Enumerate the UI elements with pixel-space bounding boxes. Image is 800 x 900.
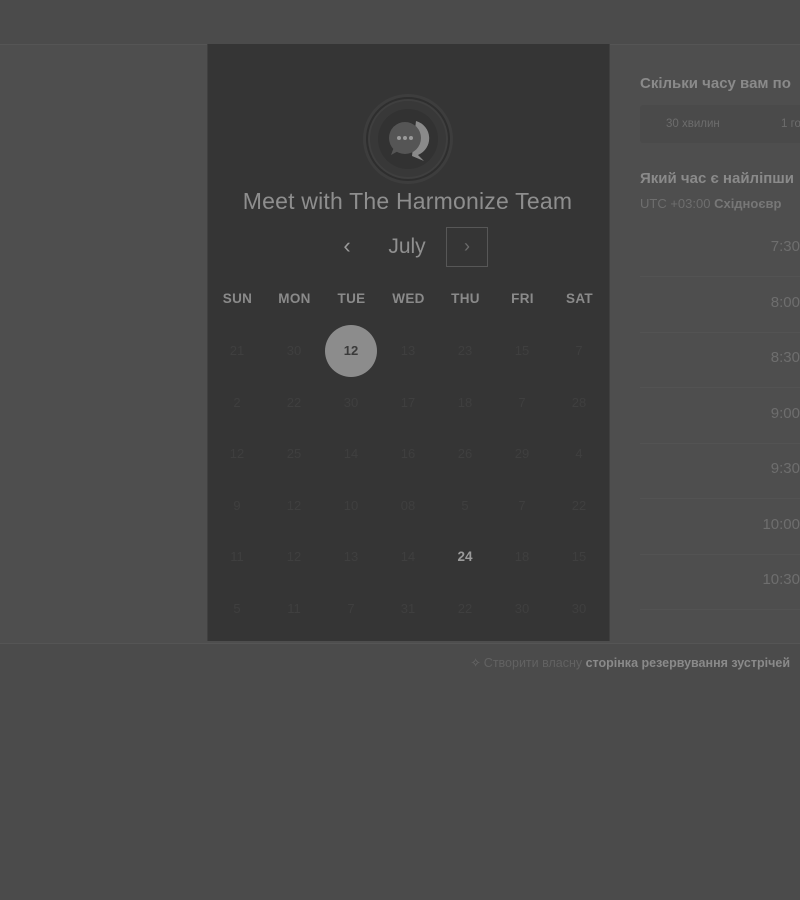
calendar-day: 7 [518, 497, 526, 513]
calendar-day: 22 [286, 394, 302, 410]
calendar-day: 12 [286, 549, 302, 565]
calendar-day: 21 [229, 343, 245, 358]
calendar-day: 18 [457, 394, 473, 410]
prev-month-button[interactable]: ‹ [332, 232, 362, 262]
weekday-label: TUE [337, 291, 366, 306]
timezone-name: Східноєвр [714, 196, 782, 211]
calendar-day: 14 [400, 549, 416, 565]
time-slot[interactable]: 9:30 [640, 446, 800, 499]
next-month-button[interactable]: › [446, 227, 488, 267]
time-slot-label: 9:30 [770, 460, 800, 477]
timezone-selector[interactable]: UTC +03:00 Східноєвр [640, 196, 781, 211]
time-slot-label: 7:30 [770, 238, 800, 255]
weekday-label: MON [278, 291, 311, 306]
time-slot[interactable]: 7:30 [640, 224, 800, 277]
calendar-day: 12 [229, 446, 245, 462]
selected-day[interactable]: 12 [325, 325, 377, 377]
calendar-day: 22 [571, 497, 587, 513]
month-navigation: ‹ July › [207, 226, 608, 270]
duration-option-30-min[interactable]: 30 хвилин [666, 105, 720, 143]
duration-options: 30 хвилин 1 го [640, 105, 800, 143]
calendar-day: 30 [286, 343, 302, 358]
weekday-label: SUN [222, 291, 253, 306]
chevron-right-icon: › [464, 236, 470, 256]
calendar-day: 2 [233, 394, 241, 410]
duration-option-1-hour[interactable]: 1 го [781, 105, 800, 143]
time-slot[interactable]: 8:30 [640, 335, 800, 388]
calendar-day: 08 [400, 497, 416, 513]
calendar-day: 12 [286, 497, 302, 513]
weekday-label: FRI [511, 291, 534, 306]
timezone-offset: UTC +03:00 [640, 196, 711, 211]
time-slot-label: 10:30 [762, 571, 800, 588]
time-slot[interactable]: 8:00 [640, 280, 800, 333]
calendar-day: 13 [343, 549, 359, 565]
calendar-day: 30 [514, 601, 530, 616]
calendar-day: 11 [287, 601, 301, 616]
calendar-day: 25 [286, 446, 302, 462]
calendar-day: 15 [571, 549, 587, 565]
booking-panel: Скільки часу вам по 30 хвилин 1 го Який … [640, 0, 800, 900]
time-slot[interactable]: 10:30 [640, 557, 800, 610]
calendar-day: 5 [461, 497, 469, 513]
calendar-day: 30 [343, 394, 359, 410]
calendar-day: 26 [457, 446, 473, 462]
calendar-day: 7 [347, 601, 355, 616]
calendar-day: 23 [457, 343, 473, 358]
calendar-day: 30 [571, 601, 587, 616]
page-title: Meet with The Harmonize Team [242, 188, 573, 214]
time-slot[interactable]: 9:00 [640, 391, 800, 444]
calendar-day: 14 [343, 446, 359, 462]
calendar-day: 13 [400, 343, 416, 358]
calendar-day: 5 [233, 601, 241, 616]
calendar-day: 22 [457, 601, 473, 616]
calendar-day: 15 [514, 343, 530, 358]
time-slot-label: 9:00 [770, 404, 800, 422]
calendar-day: 28 [571, 394, 587, 410]
time-slot-label: 10:00 [762, 515, 800, 533]
sparkle-icon: ✧ [470, 656, 481, 670]
calendar-day: 11 [230, 549, 244, 565]
calendar-day: 29 [514, 446, 530, 462]
calendar-day[interactable]: 24 [439, 531, 491, 583]
calendar-day: 17 [400, 394, 416, 410]
time-slot-label: 8:30 [770, 349, 800, 366]
footer-text: Створити власну [483, 656, 583, 670]
weekday-label: SAT [566, 291, 593, 306]
month-label: July [388, 235, 426, 258]
duration-question: Скільки часу вам по [640, 75, 791, 92]
time-slot-label: 8:00 [770, 293, 800, 311]
calendar-day: 9 [233, 497, 241, 513]
chevron-left-icon: ‹ [343, 233, 351, 258]
calendar-day: 4 [575, 446, 583, 462]
calendar-day: 7 [575, 343, 583, 358]
calendar-day: 16 [400, 446, 416, 462]
calendar-day: 31 [400, 601, 416, 616]
chat-bubble-logo-icon [366, 97, 450, 181]
create-booking-page-link[interactable]: сторінка резервування зустрічей [586, 656, 790, 670]
calendar-day: 10 [343, 497, 359, 513]
calendar-day: 18 [514, 549, 530, 565]
time-slot[interactable]: 10:00 [640, 502, 800, 555]
weekday-label: THU [451, 291, 480, 306]
footer-promo: ✧ Створити власну сторінка резервування з… [470, 655, 790, 670]
calendar-day: 7 [518, 394, 526, 410]
time-question: Який час є найліпши [640, 170, 795, 187]
weekday-label: WED [392, 291, 425, 306]
